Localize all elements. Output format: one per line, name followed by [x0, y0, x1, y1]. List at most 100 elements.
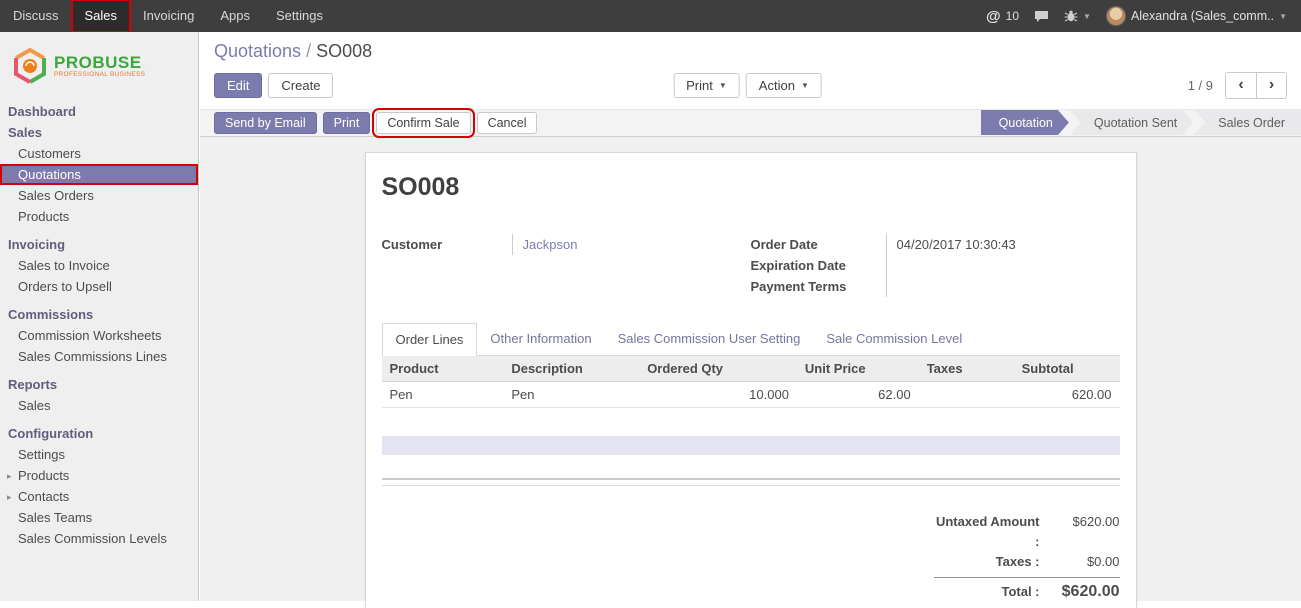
- sidebar-heading-dashboard[interactable]: Dashboard: [0, 101, 198, 122]
- col-header-subtotal[interactable]: Subtotal: [1014, 356, 1120, 382]
- sidebar-item-sales-orders[interactable]: Sales Orders: [0, 185, 198, 206]
- divider: [382, 485, 1120, 486]
- tab-bar: Order Lines Other Information Sales Comm…: [382, 323, 1120, 356]
- field-groups: Customer Jackpson Order Date 04/20/2017 …: [382, 234, 1120, 297]
- debug-menu[interactable]: ▼: [1064, 10, 1091, 23]
- main-content: Quotations / SO008 Edit Create Print▼ Ac…: [200, 32, 1301, 601]
- tab-other-information[interactable]: Other Information: [477, 323, 604, 356]
- notebook: Order Lines Other Information Sales Comm…: [382, 323, 1120, 602]
- topbar-menu-sales[interactable]: Sales: [72, 0, 131, 32]
- bug-icon: [1064, 10, 1078, 23]
- pager-value: 1 / 9: [1188, 78, 1213, 93]
- field-group-left: Customer Jackpson: [382, 234, 751, 297]
- topbar-menu-settings[interactable]: Settings: [263, 0, 336, 32]
- sidebar-heading-sales[interactable]: Sales: [0, 122, 198, 143]
- sidebar-heading-configuration[interactable]: Configuration: [0, 423, 198, 444]
- logo-subtitle: PROFESSIONAL BUSINESS: [54, 71, 145, 78]
- messages-button[interactable]: [1034, 10, 1049, 23]
- sidebar-heading-commissions[interactable]: Commissions: [0, 304, 198, 325]
- cell-subtotal: 620.00: [1014, 382, 1120, 408]
- breadcrumb-separator: /: [306, 41, 311, 61]
- expiration-date-value: [886, 255, 1120, 276]
- tab-order-lines[interactable]: Order Lines: [382, 323, 478, 356]
- mention-count: 10: [1006, 9, 1019, 23]
- col-header-unit-price[interactable]: Unit Price: [797, 356, 919, 382]
- order-date-label: Order Date: [751, 234, 886, 255]
- taxes-value: $0.00: [1040, 552, 1120, 572]
- confirm-sale-button[interactable]: Confirm Sale: [376, 112, 470, 134]
- field-order-date: Order Date 04/20/2017 10:30:43: [751, 234, 1120, 255]
- cell-unit-price: 62.00: [797, 382, 919, 408]
- order-lines-table: Product Description Ordered Qty Unit Pri…: [382, 356, 1120, 408]
- control-panel-buttons: Edit Create Print▼ Action▼ 1 / 9 ‹ ›: [214, 71, 1287, 99]
- form-view: SO008 Customer Jackpson Order Date 04/20…: [200, 137, 1301, 608]
- send-by-email-button[interactable]: Send by Email: [214, 112, 317, 134]
- table-row[interactable]: Pen Pen 10.000 62.00 620.00: [382, 382, 1120, 408]
- breadcrumb: Quotations / SO008: [214, 41, 1287, 62]
- sidebar-item-sales-commissions-lines[interactable]: Sales Commissions Lines: [0, 346, 198, 367]
- user-name: Alexandra (Sales_comm..: [1131, 9, 1274, 23]
- sidebar-item-reports-sales[interactable]: Sales: [0, 395, 198, 416]
- step-sales-order[interactable]: Sales Order: [1194, 110, 1301, 135]
- previous-page-button[interactable]: ‹: [1225, 72, 1256, 99]
- sidebar-item-label: Contacts: [18, 489, 69, 504]
- step-quotation[interactable]: Quotation: [981, 110, 1069, 135]
- sidebar-item-sales-commission-levels[interactable]: Sales Commission Levels: [0, 528, 198, 549]
- field-customer: Customer Jackpson: [382, 234, 751, 255]
- cancel-button[interactable]: Cancel: [477, 112, 538, 134]
- sidebar-item-settings[interactable]: Settings: [0, 444, 198, 465]
- sidebar-item-quotations[interactable]: Quotations: [0, 164, 198, 185]
- sidebar-heading-reports[interactable]: Reports: [0, 374, 198, 395]
- sidebar-item-customers[interactable]: Customers: [0, 143, 198, 164]
- tab-sales-commission-user-setting[interactable]: Sales Commission User Setting: [605, 323, 814, 356]
- step-quotation-sent[interactable]: Quotation Sent: [1070, 110, 1193, 135]
- caret-down-icon: ▼: [719, 81, 727, 90]
- taxes-row: Taxes : $0.00: [934, 552, 1120, 572]
- cell-product[interactable]: Pen: [382, 382, 504, 408]
- sidebar-section-sales: Sales Customers Quotations Sales Orders …: [0, 122, 198, 227]
- action-dropdown[interactable]: Action▼: [746, 73, 822, 98]
- create-button[interactable]: Create: [268, 73, 333, 98]
- customer-label: Customer: [382, 234, 512, 255]
- table-header-row: Product Description Ordered Qty Unit Pri…: [382, 356, 1120, 382]
- control-panel: Quotations / SO008 Edit Create Print▼ Ac…: [200, 32, 1301, 109]
- sidebar-item-orders-to-upsell[interactable]: Orders to Upsell: [0, 276, 198, 297]
- sidebar-item-commission-worksheets[interactable]: Commission Worksheets: [0, 325, 198, 346]
- sidebar-item-config-products[interactable]: ▸Products: [0, 465, 198, 486]
- taxes-label: Taxes :: [934, 552, 1040, 572]
- mentions-button[interactable]: @ 10: [986, 8, 1019, 25]
- customer-value-link[interactable]: Jackpson: [512, 234, 751, 255]
- print-button[interactable]: Print: [323, 112, 371, 134]
- caret-down-icon: ▼: [1083, 12, 1091, 21]
- next-page-button[interactable]: ›: [1256, 72, 1287, 99]
- sidebar-item-products[interactable]: Products: [0, 206, 198, 227]
- pager-buttons: ‹ ›: [1225, 72, 1287, 99]
- logo-title: PROBUSE: [54, 55, 145, 71]
- edit-button[interactable]: Edit: [214, 73, 262, 98]
- caret-down-icon: ▼: [1279, 12, 1287, 21]
- user-menu[interactable]: Alexandra (Sales_comm.. ▼: [1106, 6, 1287, 26]
- payment-terms-label: Payment Terms: [751, 276, 886, 297]
- app-logo[interactable]: PROBUSE PROFESSIONAL BUSINESS: [0, 32, 198, 94]
- sidebar-item-contacts[interactable]: ▸Contacts: [0, 486, 198, 507]
- col-header-product[interactable]: Product: [382, 356, 504, 382]
- col-header-description[interactable]: Description: [503, 356, 639, 382]
- probuse-logo-icon: [12, 48, 48, 84]
- sidebar-section-invoicing: Invoicing Sales to Invoice Orders to Ups…: [0, 234, 198, 297]
- totals-block: Untaxed Amount : $620.00 Taxes : $0.00 T…: [934, 512, 1120, 602]
- sidebar: PROBUSE PROFESSIONAL BUSINESS Dashboard …: [0, 32, 199, 601]
- col-header-taxes[interactable]: Taxes: [919, 356, 1014, 382]
- tab-sale-commission-level[interactable]: Sale Commission Level: [813, 323, 975, 356]
- col-header-ordered-qty[interactable]: Ordered Qty: [639, 356, 797, 382]
- topbar-menu-apps[interactable]: Apps: [207, 0, 263, 32]
- pager: 1 / 9 ‹ ›: [1188, 72, 1287, 99]
- sidebar-item-sales-teams[interactable]: Sales Teams: [0, 507, 198, 528]
- topbar-menu-invoicing[interactable]: Invoicing: [130, 0, 207, 32]
- print-dropdown[interactable]: Print▼: [673, 73, 740, 98]
- total-separator: [934, 577, 1120, 578]
- sidebar-item-label: Products: [18, 468, 69, 483]
- sidebar-item-sales-to-invoice[interactable]: Sales to Invoice: [0, 255, 198, 276]
- sidebar-heading-invoicing[interactable]: Invoicing: [0, 234, 198, 255]
- topbar-menu-discuss[interactable]: Discuss: [0, 0, 72, 32]
- breadcrumb-quotations-link[interactable]: Quotations: [214, 41, 301, 61]
